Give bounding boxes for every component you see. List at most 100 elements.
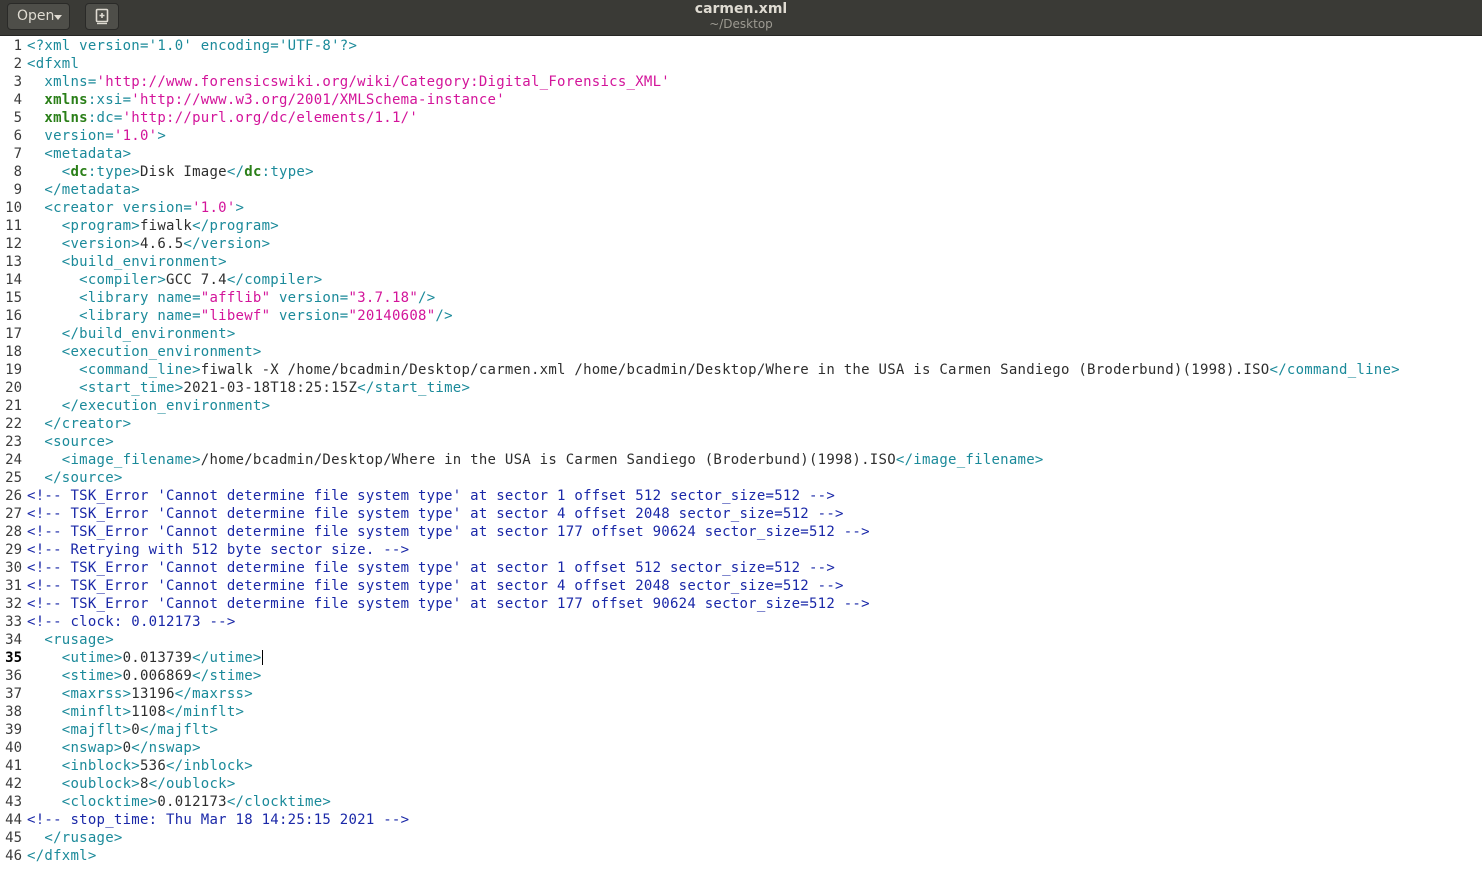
code-text[interactable]: <maxrss>13196</maxrss> <box>27 685 253 703</box>
code-text[interactable]: <!-- TSK_Error 'Cannot determine file sy… <box>27 577 844 595</box>
code-text[interactable]: <!-- clock: 0.012173 --> <box>27 613 236 631</box>
code-text[interactable]: xmlns:xsi='http://www.w3.org/2001/XMLSch… <box>27 91 505 109</box>
code-line[interactable]: 21 </execution_environment> <box>0 397 1482 415</box>
code-text[interactable]: <execution_environment> <box>27 343 262 361</box>
code-text[interactable]: <source> <box>27 433 114 451</box>
code-line[interactable]: 18 <execution_environment> <box>0 343 1482 361</box>
code-line[interactable]: 12 <version>4.6.5</version> <box>0 235 1482 253</box>
code-text[interactable]: <!-- TSK_Error 'Cannot determine file sy… <box>27 505 844 523</box>
syntax-token: 0 <box>131 722 140 738</box>
code-text[interactable]: <stime>0.006869</stime> <box>27 667 262 685</box>
code-line[interactable]: 40 <nswap>0</nswap> <box>0 739 1482 757</box>
code-line[interactable]: 42 <oublock>8</oublock> <box>0 775 1482 793</box>
code-text[interactable]: <!-- TSK_Error 'Cannot determine file sy… <box>27 487 835 505</box>
code-line[interactable]: 36 <stime>0.006869</stime> <box>0 667 1482 685</box>
code-text[interactable]: </rusage> <box>27 829 123 847</box>
window-subtitle: ~/Desktop <box>709 17 773 31</box>
code-line[interactable]: 44 <!-- stop_time: Thu Mar 18 14:25:15 20… <box>0 811 1482 829</box>
code-text[interactable]: <minflt>1108</minflt> <box>27 703 244 721</box>
code-line[interactable]: 22 </creator> <box>0 415 1482 433</box>
code-text[interactable]: <dc:type>Disk Image</dc:type> <box>27 163 314 181</box>
syntax-token: :type> <box>261 164 314 180</box>
code-line[interactable]: 9 </metadata> <box>0 181 1482 199</box>
text-editor[interactable]: 1 <?xml version='1.0' encoding='UTF-8'?> 2… <box>0 37 1482 870</box>
code-line[interactable]: 15 <library name="afflib" version="3.7.1… <box>0 289 1482 307</box>
code-text[interactable]: </source> <box>27 469 123 487</box>
text-cursor <box>261 650 263 665</box>
code-line[interactable]: 20 <start_time>2021-03-18T18:25:15Z</sta… <box>0 379 1482 397</box>
title-bar: Open carmen.xml ~/Desktop <box>0 0 1482 36</box>
code-line[interactable]: 35 <utime>0.013739</utime> <box>0 649 1482 667</box>
code-text[interactable]: <version>4.6.5</version> <box>27 235 270 253</box>
code-text[interactable]: <compiler>GCC 7.4</compiler> <box>27 271 322 289</box>
code-text[interactable]: <dfxml <box>27 55 79 73</box>
code-text[interactable]: <!-- stop_time: Thu Mar 18 14:25:15 2021… <box>27 811 409 829</box>
code-line[interactable]: 10 <creator version='1.0'> <box>0 199 1482 217</box>
code-line[interactable]: 2 <dfxml <box>0 55 1482 73</box>
code-text[interactable]: <oublock>8</oublock> <box>27 775 236 793</box>
code-line[interactable]: 6 version='1.0'> <box>0 127 1482 145</box>
code-line[interactable]: 39 <majflt>0</majflt> <box>0 721 1482 739</box>
code-line[interactable]: 13 <build_environment> <box>0 253 1482 271</box>
code-text[interactable]: <clocktime>0.012173</clocktime> <box>27 793 331 811</box>
code-text[interactable]: <inblock>536</inblock> <box>27 757 253 775</box>
code-line[interactable]: 5 xmlns:dc='http://purl.org/dc/elements/… <box>0 109 1482 127</box>
code-text[interactable]: </dfxml> <box>27 847 97 865</box>
code-text[interactable]: <image_filename>/home/bcadmin/Desktop/Wh… <box>27 451 1044 469</box>
code-text[interactable]: <!-- TSK_Error 'Cannot determine file sy… <box>27 595 870 613</box>
code-text[interactable]: <nswap>0</nswap> <box>27 739 201 757</box>
code-line[interactable]: 1 <?xml version='1.0' encoding='UTF-8'?> <box>0 37 1482 55</box>
code-line[interactable]: 30 <!-- TSK_Error 'Cannot determine file … <box>0 559 1482 577</box>
code-line[interactable]: 24 <image_filename>/home/bcadmin/Desktop… <box>0 451 1482 469</box>
code-text[interactable]: <creator version='1.0'> <box>27 199 244 217</box>
code-line[interactable]: 23 <source> <box>0 433 1482 451</box>
code-text[interactable]: </metadata> <box>27 181 140 199</box>
code-line[interactable]: 7 <metadata> <box>0 145 1482 163</box>
code-line[interactable]: 46 </dfxml> <box>0 847 1482 865</box>
code-text[interactable]: <!-- TSK_Error 'Cannot determine file sy… <box>27 523 870 541</box>
code-line[interactable]: 32 <!-- TSK_Error 'Cannot determine file … <box>0 595 1482 613</box>
code-text[interactable]: <start_time>2021-03-18T18:25:15Z</start_… <box>27 379 470 397</box>
code-text[interactable]: xmlns='http://www.forensicswiki.org/wiki… <box>27 73 670 91</box>
code-line[interactable]: 33 <!-- clock: 0.012173 --> <box>0 613 1482 631</box>
code-text[interactable]: </build_environment> <box>27 325 236 343</box>
code-line[interactable]: 34 <rusage> <box>0 631 1482 649</box>
code-line[interactable]: 3 xmlns='http://www.forensicswiki.org/wi… <box>0 73 1482 91</box>
code-line[interactable]: 43 <clocktime>0.012173</clocktime> <box>0 793 1482 811</box>
code-line[interactable]: 8 <dc:type>Disk Image</dc:type> <box>0 163 1482 181</box>
code-line[interactable]: 37 <maxrss>13196</maxrss> <box>0 685 1482 703</box>
code-text[interactable]: version='1.0'> <box>27 127 166 145</box>
code-text[interactable]: <rusage> <box>27 631 114 649</box>
code-text[interactable]: </execution_environment> <box>27 397 270 415</box>
code-line[interactable]: 38 <minflt>1108</minflt> <box>0 703 1482 721</box>
code-line[interactable]: 25 </source> <box>0 469 1482 487</box>
code-line[interactable]: 26 <!-- TSK_Error 'Cannot determine file … <box>0 487 1482 505</box>
code-line[interactable]: 11 <program>fiwalk</program> <box>0 217 1482 235</box>
code-text[interactable]: <majflt>0</majflt> <box>27 721 218 739</box>
code-text[interactable]: <!-- TSK_Error 'Cannot determine file sy… <box>27 559 835 577</box>
code-line[interactable]: 17 </build_environment> <box>0 325 1482 343</box>
code-text[interactable]: <metadata> <box>27 145 131 163</box>
code-text[interactable]: <library name="afflib" version="3.7.18"/… <box>27 289 435 307</box>
syntax-token: </rusage> <box>27 830 123 846</box>
code-line[interactable]: 31 <!-- TSK_Error 'Cannot determine file … <box>0 577 1482 595</box>
code-line[interactable]: 19 <command_line>fiwalk -X /home/bcadmin… <box>0 361 1482 379</box>
code-text[interactable]: <build_environment> <box>27 253 227 271</box>
syntax-token: /home/bcadmin/Desktop/Where in the USA i… <box>200 452 896 468</box>
code-line[interactable]: 4 xmlns:xsi='http://www.w3.org/2001/XMLS… <box>0 91 1482 109</box>
code-line[interactable]: 29 <!-- Retrying with 512 byte sector siz… <box>0 541 1482 559</box>
code-line[interactable]: 41 <inblock>536</inblock> <box>0 757 1482 775</box>
code-text[interactable]: <?xml version='1.0' encoding='UTF-8'?> <box>27 37 357 55</box>
code-line[interactable]: 27 <!-- TSK_Error 'Cannot determine file … <box>0 505 1482 523</box>
code-text[interactable]: </creator> <box>27 415 131 433</box>
code-line[interactable]: 14 <compiler>GCC 7.4</compiler> <box>0 271 1482 289</box>
code-line[interactable]: 45 </rusage> <box>0 829 1482 847</box>
code-text[interactable]: <command_line>fiwalk -X /home/bcadmin/De… <box>27 361 1400 379</box>
code-line[interactable]: 28 <!-- TSK_Error 'Cannot determine file … <box>0 523 1482 541</box>
code-text[interactable]: <program>fiwalk</program> <box>27 217 279 235</box>
code-text[interactable]: <library name="libewf" version="20140608… <box>27 307 453 325</box>
code-line[interactable]: 16 <library name="libewf" version="20140… <box>0 307 1482 325</box>
code-text[interactable]: <!-- Retrying with 512 byte sector size.… <box>27 541 409 559</box>
code-text[interactable]: xmlns:dc='http://purl.org/dc/elements/1.… <box>27 109 418 127</box>
code-text[interactable]: <utime>0.013739</utime> <box>27 649 263 667</box>
